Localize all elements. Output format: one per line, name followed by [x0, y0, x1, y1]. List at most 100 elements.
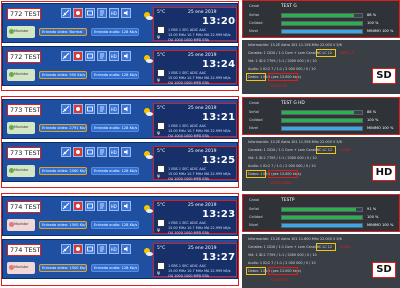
- name-label: Canal: [249, 4, 260, 8]
- receiver-bar: 774 TESTP Movistar Entrada video: 1500 K…: [2, 239, 238, 279]
- logo-text: Movistar: [14, 168, 29, 172]
- audio-track-icon[interactable]: [121, 201, 131, 211]
- tech-line-2: 15.00 MHz 10.7 MHz MA 22.999 kB/s: [168, 76, 231, 80]
- clock-time: 13:23: [202, 209, 236, 220]
- antenna-icon: Ψ: [157, 228, 161, 233]
- status-info-box: 5°C 25 ene 2019 13:25 Ψ 1 EBS 1 SEC ADIC…: [153, 146, 237, 181]
- signal-meter: [281, 13, 363, 18]
- signal-source-icon: [157, 262, 165, 270]
- logo-text: Movistar: [14, 265, 29, 269]
- record-icon[interactable]: [73, 8, 83, 18]
- receiver-bar: 773 TEST GHD Movistar Entrada video: 279…: [2, 99, 238, 139]
- tech-line-3: OU 1000 1000 MPD ERA: [168, 177, 209, 181]
- codec-note: H.264: [340, 148, 351, 152]
- timeshift-icon[interactable]: [85, 201, 95, 211]
- epg-icon[interactable]: [97, 244, 107, 254]
- satellite-icon[interactable]: [61, 201, 71, 211]
- temperature: 5°C: [157, 149, 166, 154]
- signal-meters: Canal TEST G HD Señal 88 % Calidad 100 %…: [242, 97, 400, 135]
- stream-details: Información: 13.2E Astra 1K1 11.600 MHz …: [242, 234, 400, 288]
- quality-value: 100 %: [367, 215, 379, 219]
- record-icon[interactable]: [73, 104, 83, 114]
- stream-details: Información: 13.2E Astra 1K1 11.156 MHz …: [242, 40, 400, 94]
- detail-line-4: Audio: 1 ID:2 7 / 1:1 / 2 000 000 / 0 / …: [248, 164, 316, 168]
- tech-line-2: 15.00 MHz 10.7 MHz MA 22.999 kB/s: [168, 33, 231, 37]
- satellite-icon[interactable]: [61, 104, 71, 114]
- audio-track-icon[interactable]: [121, 8, 131, 18]
- record-icon[interactable]: [73, 51, 83, 61]
- hd-icon[interactable]: HD: [109, 8, 119, 18]
- signal-label: Señal: [249, 110, 259, 114]
- timeshift-icon[interactable]: [85, 104, 95, 114]
- tech-line-3: OU 1000 1000 MPD ERA: [168, 81, 209, 85]
- hd-icon[interactable]: HD: [109, 244, 119, 254]
- signal-value: 88 %: [367, 110, 377, 114]
- level-value: MINIMO 100 %: [367, 223, 394, 227]
- audio-track-icon[interactable]: [121, 244, 131, 254]
- date: 25 ene 2019: [188, 106, 217, 111]
- hd-icon[interactable]: HD: [109, 104, 119, 114]
- satellite-icon[interactable]: [61, 244, 71, 254]
- antenna-icon: Ψ: [157, 78, 161, 83]
- provider-logo: Movistar: [7, 219, 35, 231]
- codec-note: MPEG-2: [340, 51, 354, 55]
- signal-meters: Canal TEST G Señal 88 % Calidad 100 % Ni…: [242, 0, 400, 38]
- signal-value: 91 %: [367, 207, 377, 211]
- status-info-box: 5°C 25 ene 2019 13:21 Ψ 1 EBS 1 SEC ADIC…: [153, 103, 237, 138]
- hd-icon[interactable]: HD: [109, 147, 119, 157]
- signal-source-icon: [157, 219, 165, 227]
- quality-label: Calidad: [249, 118, 263, 122]
- record-icon[interactable]: [73, 244, 83, 254]
- level-meter: [281, 223, 363, 228]
- temperature: 5°C: [157, 203, 166, 208]
- hd-icon[interactable]: HD: [109, 51, 119, 61]
- detail-line-3: Vid: 1 ID:2 7709 / 1:1 / 2000 000 / 0 / …: [248, 253, 317, 257]
- epg-icon[interactable]: [97, 8, 107, 18]
- tech-line-1: 1 EBS 1 SEC ADIC AAC: [168, 264, 207, 268]
- satellite-icon[interactable]: [61, 51, 71, 61]
- status-info-box: 5°C 25 ene 2019 13:20 Ψ 1 EBS 1 SEC ADIC…: [153, 7, 237, 42]
- epg-icon[interactable]: [97, 104, 107, 114]
- format-tag: HD: [372, 165, 396, 181]
- codec-highlight: [316, 146, 336, 154]
- timeshift-icon[interactable]: [85, 8, 95, 18]
- satellite-icon[interactable]: [61, 8, 71, 18]
- date: 25 ene 2019: [188, 246, 217, 251]
- tech-line-1: 1 EBS 1 SEC ADIC AAC: [168, 167, 207, 171]
- epg-icon[interactable]: [97, 51, 107, 61]
- video-input-pill: Entrada video: Normal: [39, 28, 87, 36]
- record-icon[interactable]: [73, 147, 83, 157]
- epg-icon[interactable]: [97, 147, 107, 157]
- satellite-icon[interactable]: [61, 147, 71, 157]
- audio-track-icon[interactable]: [121, 51, 131, 61]
- tech-line-2: 15.00 MHz 10.7 MHz MA 22.999 kB/s: [168, 269, 231, 273]
- hd-icon[interactable]: HD: [109, 201, 119, 211]
- tech-line-1: 1 EBS 1 SEC ADIC AAC: [168, 71, 207, 75]
- name-label: Canal: [249, 198, 260, 202]
- audio-input-pill: Entrada audio: 128 Kb/s: [91, 71, 139, 79]
- resolution-highlight: [268, 73, 298, 81]
- receiver-bar: 772 TEST G Movistar Entrada video: Norma…: [2, 3, 238, 43]
- audio-input-pill: Entrada audio: 128 Kb/s: [91, 167, 139, 175]
- level-meter: [281, 29, 363, 34]
- tech-line-3: OU 1000 1000 MPD ERA: [168, 274, 209, 278]
- codec-note: H.264: [340, 245, 351, 249]
- audio-track-icon[interactable]: [121, 147, 131, 157]
- receiver-bars-column: 772 TEST G Movistar Entrada video: Norma…: [0, 0, 240, 288]
- timeshift-icon[interactable]: [85, 51, 95, 61]
- timeshift-icon[interactable]: [85, 244, 95, 254]
- audio-track-icon[interactable]: [121, 104, 131, 114]
- quality-meter: [281, 118, 363, 123]
- codec-highlight: [316, 243, 336, 251]
- signal-meter: [281, 110, 363, 115]
- record-icon[interactable]: [73, 201, 83, 211]
- timeshift-icon[interactable]: [85, 147, 95, 157]
- epg-icon[interactable]: [97, 201, 107, 211]
- info-panels-column: Canal TEST G Señal 88 % Calidad 100 % Ni…: [242, 0, 400, 288]
- svg-text:HD: HD: [111, 204, 117, 209]
- channel-title: TESTP: [281, 198, 295, 203]
- video-input-pill: Entrada video: 2560 Kb/s: [39, 167, 87, 175]
- receiver-bar: 773 TEST GHD Movistar Entrada video: 256…: [2, 142, 238, 182]
- resolution-note: 720x576i: [270, 84, 287, 88]
- format-tag: SD: [372, 68, 396, 84]
